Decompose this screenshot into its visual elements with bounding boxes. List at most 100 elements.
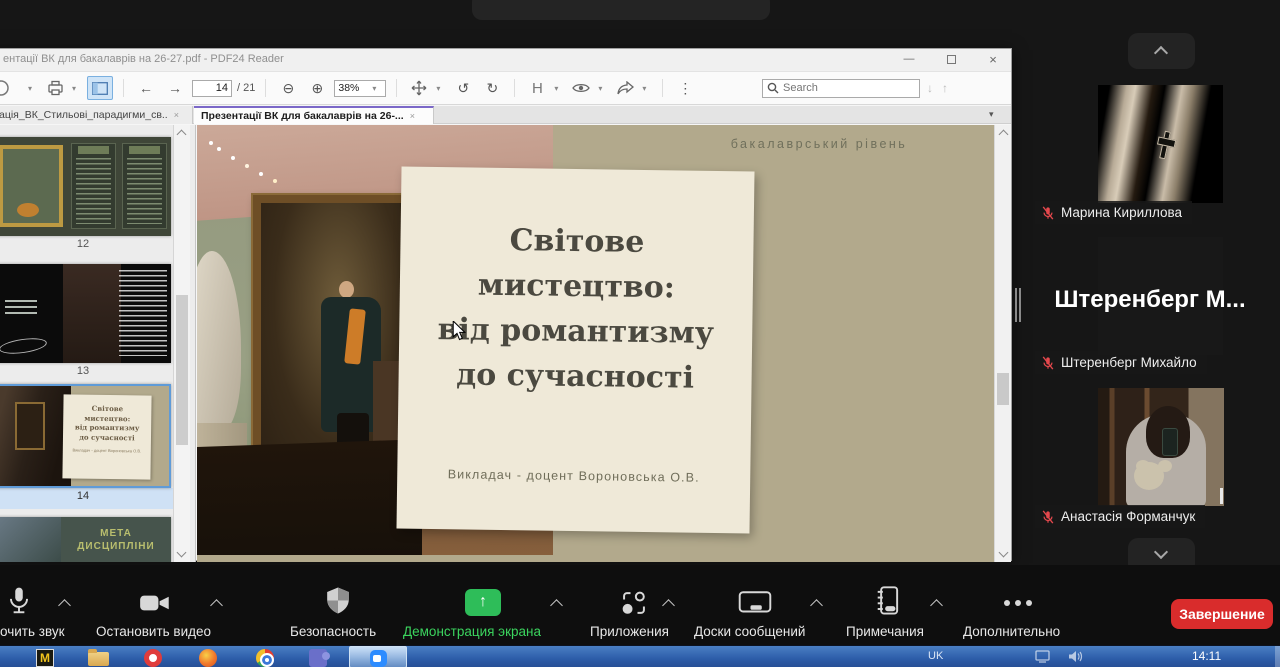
scrollbar-thumb[interactable]	[997, 373, 1009, 405]
show-desktop-button[interactable]	[1275, 646, 1280, 667]
taskbar-mail-app-icon[interactable]: M	[36, 649, 54, 667]
notes-icon[interactable]	[874, 585, 902, 617]
participant-name: Анастасія Форманчук	[1061, 509, 1195, 524]
taskbar-chrome-icon[interactable]	[256, 649, 274, 667]
thumbnail-scrollbar[interactable]	[173, 125, 190, 562]
rotate-right-button[interactable]: ↻	[480, 76, 504, 100]
scrollbar-thumb[interactable]	[176, 295, 188, 445]
thumbnail-page-12[interactable]	[0, 137, 171, 236]
tray-language-indicator[interactable]: UK	[928, 650, 943, 662]
more-tools-kebab-icon[interactable]: ⋮	[673, 76, 697, 100]
tray-display-icon[interactable]	[1035, 650, 1050, 663]
zoom-level-value: 38%	[338, 82, 359, 94]
view-tool-button[interactable]	[569, 76, 593, 100]
scroll-up-icon[interactable]	[177, 130, 187, 140]
participant-video-1[interactable]	[1098, 85, 1223, 203]
window-title: ентації ВК для бакалаврів на 26-27.pdf -…	[3, 53, 284, 65]
tab-close-icon[interactable]: ×	[410, 111, 415, 121]
stop-video-button-label[interactable]: Остановить видео	[96, 624, 211, 639]
panel-header	[78, 146, 109, 154]
export-caret-icon[interactable]: ▾	[642, 84, 652, 93]
thumbnail-page-15[interactable]: МЕТА ДИСЦИПЛІНИ	[0, 517, 171, 562]
tab-list-caret-icon[interactable]: ▾	[989, 109, 994, 120]
participant-video-3[interactable]	[1098, 388, 1224, 506]
search-box[interactable]	[762, 79, 920, 98]
tab-label: ація_ВК_Стильові_парадигми_св..	[0, 109, 168, 121]
whiteboards-button-label[interactable]: Доски сообщений	[694, 624, 805, 639]
security-button-label[interactable]: Безопасность	[290, 624, 376, 639]
apps-icon[interactable]	[620, 589, 648, 617]
share-screen-button-label[interactable]: Демонстрация экрана	[403, 624, 541, 639]
highlight-caret-icon[interactable]: ▾	[554, 84, 564, 93]
apps-button-label[interactable]: Приложения	[590, 624, 669, 639]
microphone-icon[interactable]	[6, 586, 32, 616]
page-forward-button[interactable]: →	[163, 76, 187, 100]
print-caret-icon[interactable]: ▾	[72, 84, 82, 93]
window-titlebar[interactable]: ентації ВК для бакалаврів на 26-27.pdf -…	[0, 49, 1011, 71]
search-next-button[interactable]: ↓	[927, 81, 933, 95]
zoom-out-button[interactable]: ⊖	[276, 76, 300, 100]
zoom-in-button[interactable]: ⊕	[305, 76, 329, 100]
thumb13-image	[63, 264, 121, 363]
mute-button-label[interactable]: очить звук	[0, 624, 64, 639]
tab-prezentacii-vk[interactable]: Презентації ВК для бакалаврів на 26-... …	[194, 106, 434, 124]
notes-button-label[interactable]: Примечания	[846, 624, 924, 639]
toolbar-separator	[514, 79, 515, 97]
search-input[interactable]	[783, 82, 901, 94]
tab-label: Презентації ВК для бакалаврів на 26-...	[201, 110, 404, 122]
slide-view[interactable]: бакалаврський рівень Світове мистецтво: …	[197, 125, 994, 562]
search-prev-button[interactable]: ↑	[942, 81, 948, 95]
thumbnail-page-13[interactable]	[0, 264, 171, 363]
maximize-button[interactable]	[933, 50, 969, 69]
close-button[interactable]: ×	[975, 50, 1011, 69]
tray-clock[interactable]: 14:11	[1192, 649, 1221, 663]
panel-drag-handle[interactable]	[1015, 288, 1017, 322]
highlight-tool-button[interactable]: H	[525, 76, 549, 100]
tab-stylovi-paradygmy[interactable]: ація_ВК_Стильові_парадигми_св.. ×	[0, 106, 193, 124]
minimize-button[interactable]: —	[891, 50, 927, 69]
thumbnail-label-12: 12	[0, 238, 171, 250]
share-export-button[interactable]	[613, 76, 637, 100]
print-button[interactable]	[43, 76, 67, 100]
zoom-level-select[interactable]: 38% ▾	[334, 80, 386, 97]
tab-close-icon[interactable]: ×	[174, 110, 179, 120]
more-options-icon[interactable]	[1004, 600, 1010, 606]
taskbar-explorer-icon[interactable]	[88, 652, 109, 666]
teddy-bear	[1134, 462, 1164, 490]
thumb14-title-line: від романтизму	[63, 422, 151, 433]
page-number-input[interactable]	[192, 80, 232, 97]
thumbnail-label-13: 13	[0, 365, 171, 377]
video-camera-icon[interactable]	[139, 592, 171, 614]
end-meeting-button[interactable]: Завершение	[1171, 599, 1273, 629]
scroll-down-icon[interactable]	[999, 548, 1009, 558]
sidebar-toggle-button[interactable]	[87, 76, 113, 100]
taskbar-opera-icon[interactable]	[144, 649, 162, 667]
pan-caret-icon[interactable]: ▾	[436, 84, 446, 93]
rotate-left-button[interactable]: ↺	[451, 76, 475, 100]
pan-tool-button[interactable]	[407, 76, 431, 100]
save-caret-icon[interactable]: ▾	[28, 84, 38, 93]
scroll-down-icon[interactable]	[177, 548, 187, 558]
maximize-icon	[947, 55, 956, 64]
meeting-top-pill[interactable]	[472, 0, 770, 20]
photo-track-lights	[217, 147, 221, 151]
thumbnail-page-14-selected[interactable]: Світове мистецтво: від романтизму до суч…	[0, 384, 171, 488]
zoom-caret-icon: ▾	[372, 84, 382, 93]
page-back-button[interactable]: ←	[134, 76, 158, 100]
taskbar-zoom-active-app[interactable]	[349, 646, 407, 667]
scroll-up-icon[interactable]	[999, 130, 1009, 140]
view-caret-icon[interactable]: ▾	[598, 84, 608, 93]
participants-scroll-up-button[interactable]	[1128, 33, 1195, 69]
toolbar-separator	[123, 79, 124, 97]
save-icon[interactable]	[0, 78, 23, 98]
document-scrollbar[interactable]	[994, 125, 1011, 562]
shield-security-icon[interactable]	[325, 586, 351, 616]
thumb13-left-text	[5, 300, 37, 316]
mic-muted-icon	[1041, 356, 1055, 370]
whiteboard-icon[interactable]	[738, 590, 772, 616]
taskbar-firefox-icon[interactable]	[199, 649, 217, 667]
taskbar-teams-icon[interactable]	[309, 649, 327, 667]
share-screen-button[interactable]: ↑	[465, 589, 501, 616]
tray-speaker-icon[interactable]	[1068, 650, 1083, 663]
more-button-label[interactable]: Дополнительно	[963, 624, 1060, 639]
